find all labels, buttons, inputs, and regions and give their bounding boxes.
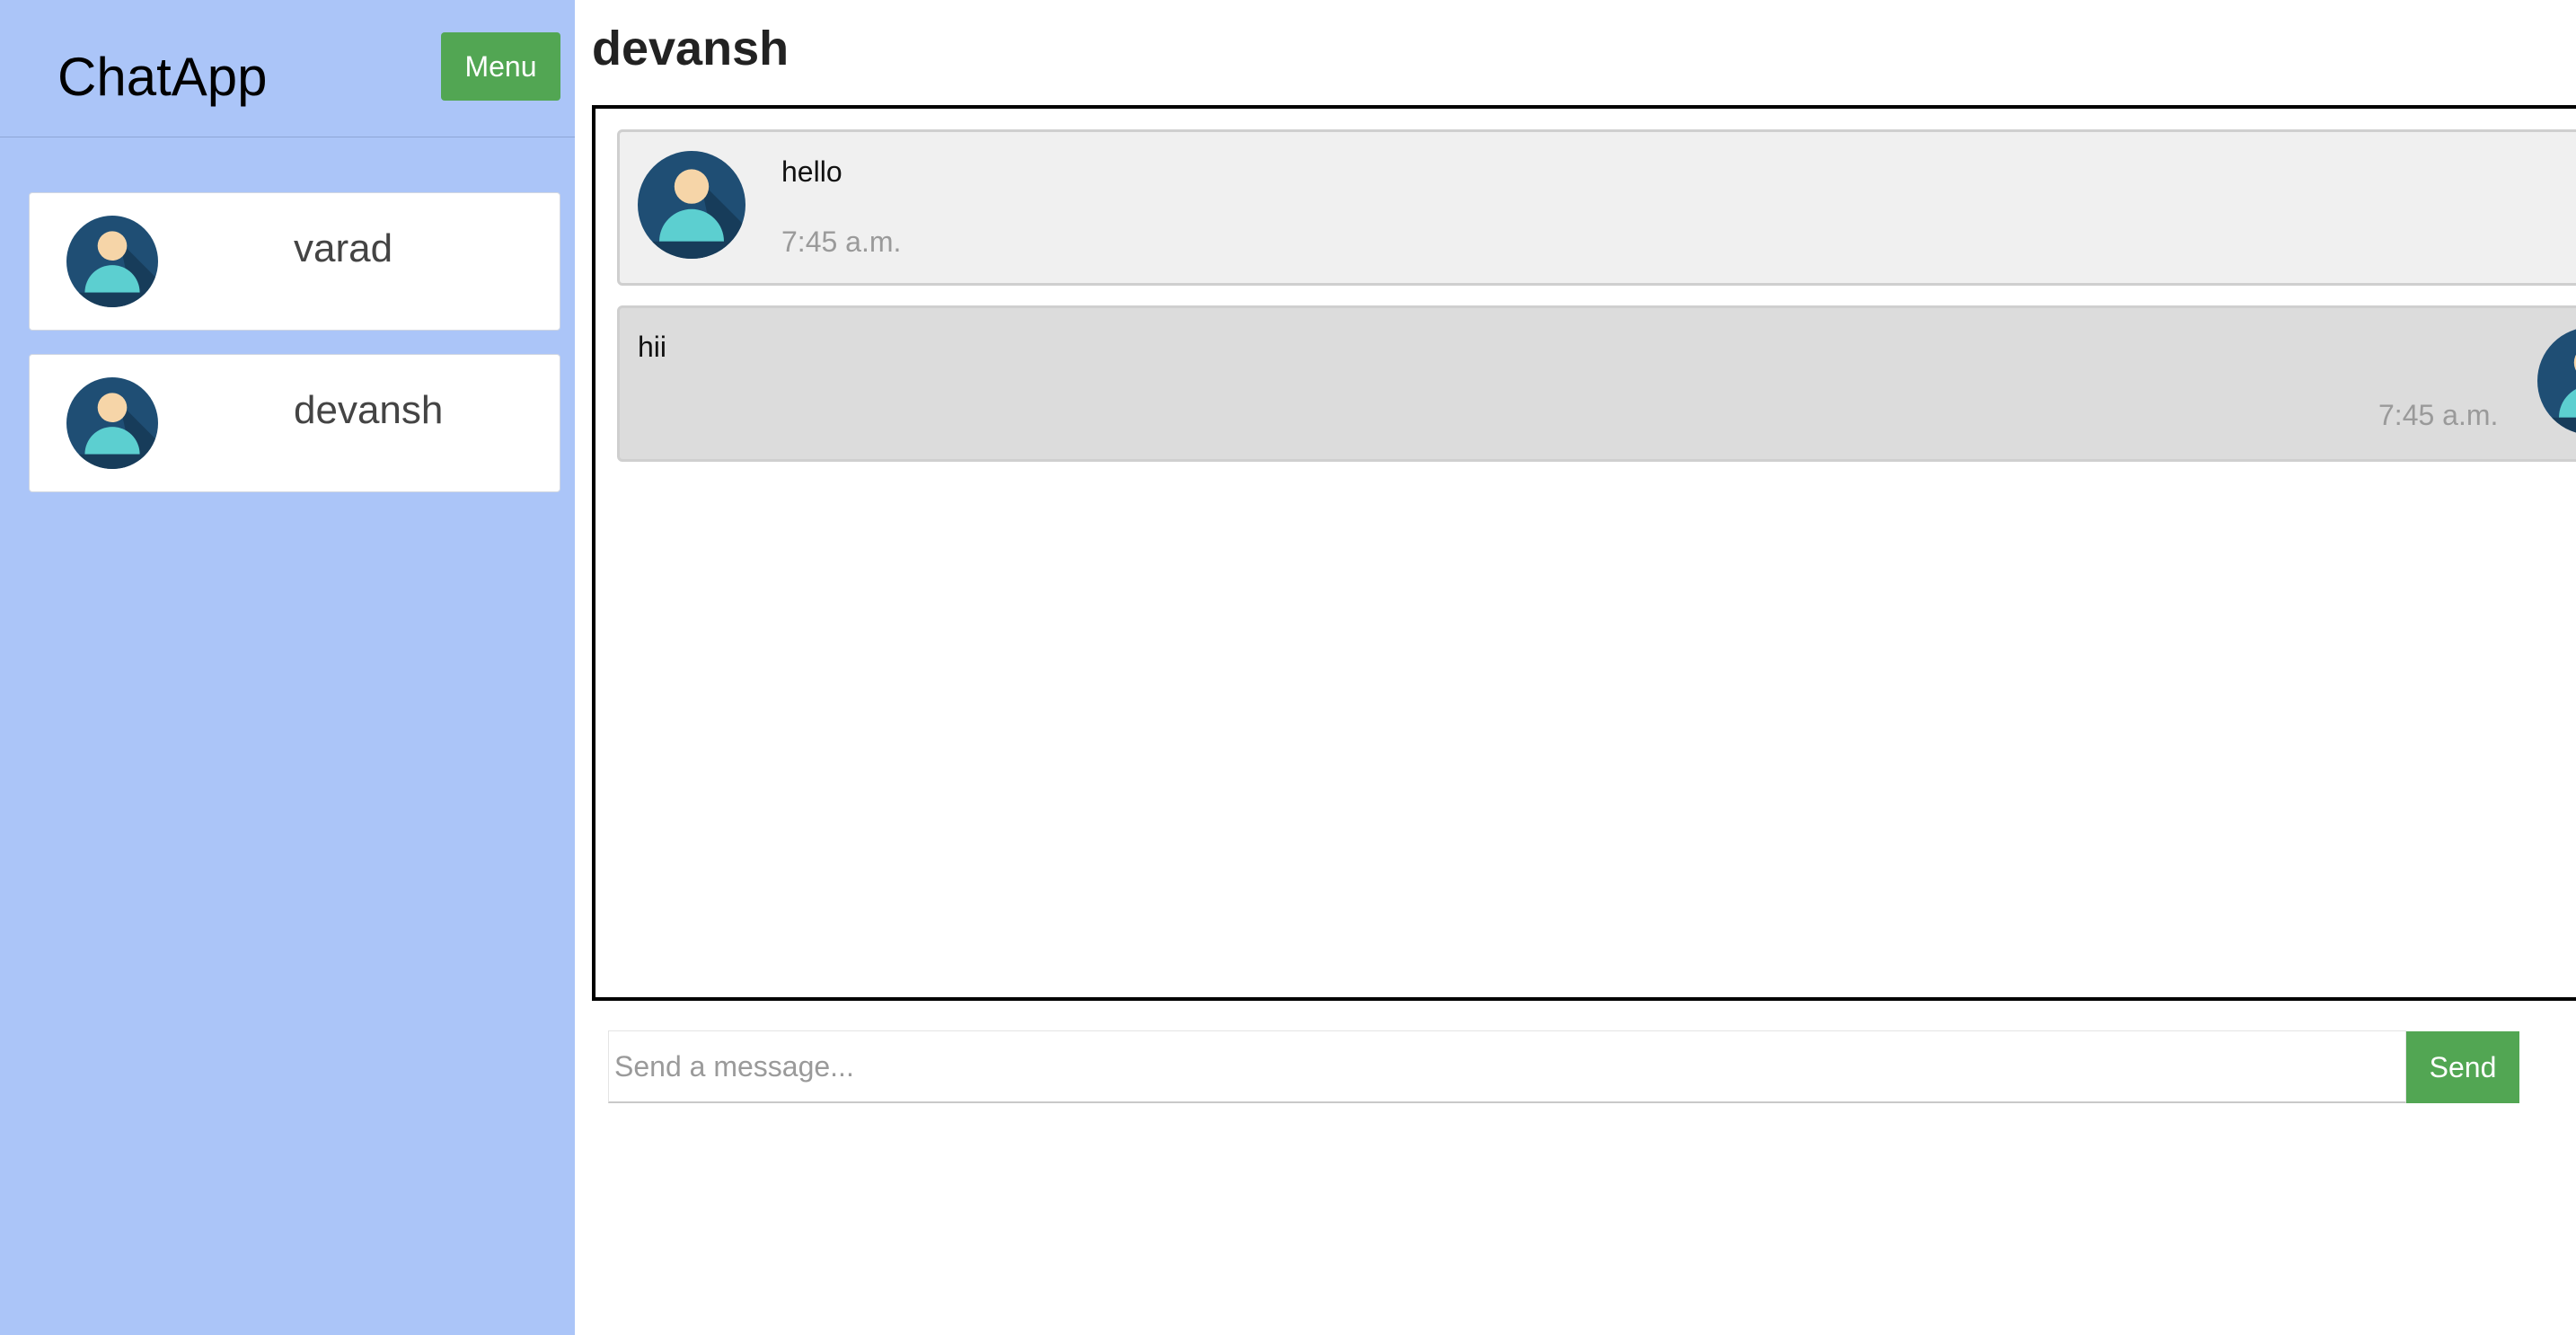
user-avatar-icon (66, 216, 158, 307)
contact-name: varad (294, 226, 393, 270)
message-text: hello (781, 155, 842, 188)
contact-name: devansh (294, 388, 444, 432)
chat-log[interactable]: hello 7:45 a.m. hii 7:45 a.m. (592, 105, 2576, 1001)
message-input[interactable] (608, 1030, 2406, 1103)
send-button[interactable]: Send (2406, 1031, 2519, 1103)
chat-title: devansh (592, 22, 790, 75)
app-title: ChatApp (57, 47, 268, 107)
user-avatar-icon (638, 151, 745, 259)
sidebar: ChatApp Menu varad devansh (0, 0, 575, 1335)
message-received: hello 7:45 a.m. (617, 129, 2576, 286)
user-avatar-icon (66, 377, 158, 469)
sidebar-header: ChatApp Menu (0, 0, 575, 137)
user-avatar-icon (2537, 327, 2576, 435)
contact-card-devansh[interactable]: devansh (29, 354, 560, 492)
message-sent: hii 7:45 a.m. (617, 305, 2576, 462)
message-timestamp: 7:45 a.m. (781, 225, 902, 258)
message-text: hii (638, 331, 667, 363)
contact-card-varad[interactable]: varad (29, 192, 560, 331)
message-timestamp: 7:45 a.m. (2378, 399, 2499, 431)
menu-button[interactable]: Menu (441, 32, 560, 101)
